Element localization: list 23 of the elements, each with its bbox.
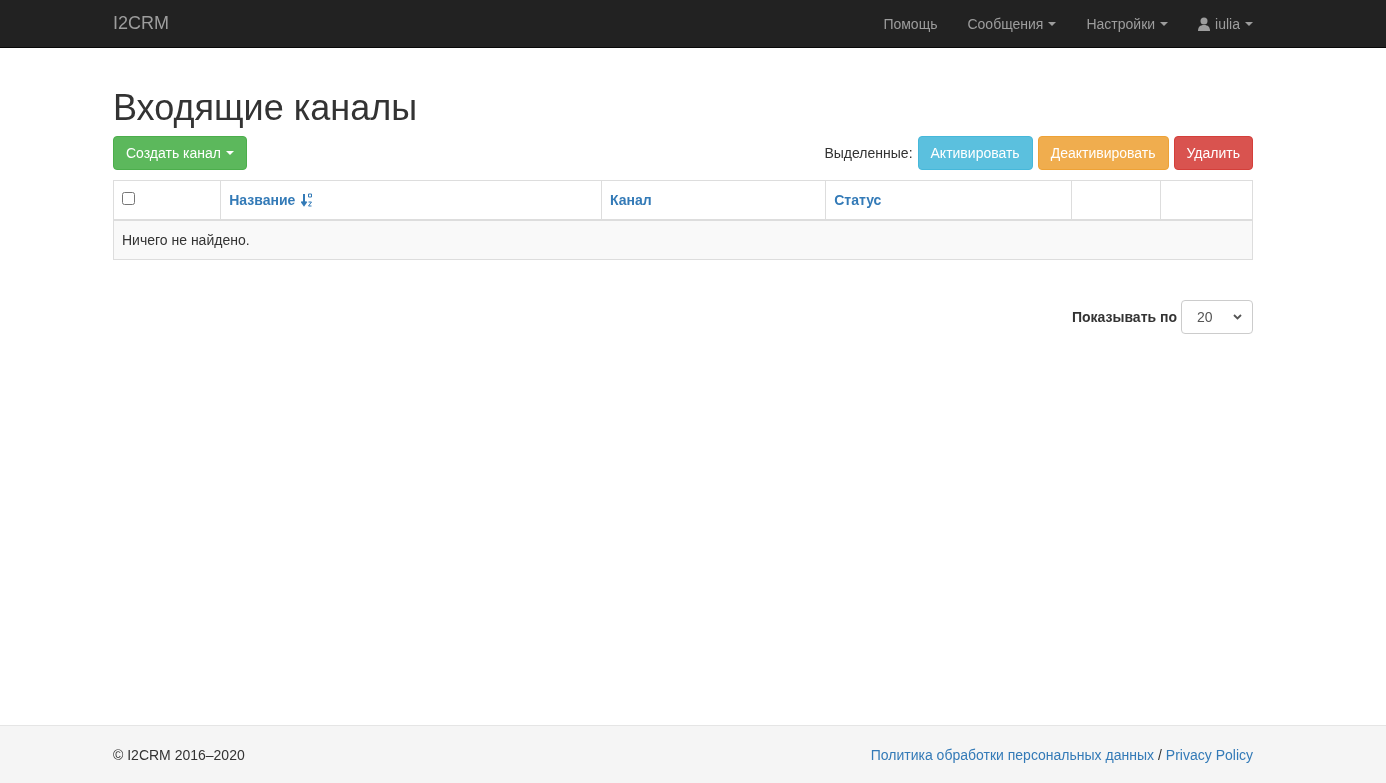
privacy-link[interactable]: Политика обработки персональных данных (870, 746, 1154, 763)
nav-menu-item[interactable]: Настройки (1086, 15, 1169, 32)
page-size-label: Показывать по (1071, 309, 1177, 325)
select-all-checkbox[interactable] (122, 192, 135, 205)
bulk-action-button[interactable]: Удалить (1173, 136, 1253, 170)
nav-menu-item[interactable]: Помощь (883, 15, 938, 32)
caret-icon (1160, 21, 1169, 26)
chevron-down-icon (1233, 314, 1242, 320)
privacy-link[interactable]: Privacy Policy (1165, 746, 1253, 763)
copyright-text: © I2CRM 2016–2020 (113, 746, 245, 763)
caret-icon (226, 151, 234, 155)
nav-menu-item[interactable]: iulia (1198, 15, 1253, 32)
page-title: Входящие каналы (113, 88, 418, 128)
separator-text: / (1157, 746, 1162, 763)
page-size-select[interactable]: 20 (1181, 300, 1253, 334)
user-icon (1198, 16, 1211, 31)
nav-menu-item[interactable]: Сообщения (967, 15, 1057, 32)
brand-link[interactable]: I2CRM (113, 13, 169, 34)
create-channel-button[interactable]: Создать канал (113, 136, 247, 170)
empty-message: Ничего не найдено. (113, 220, 1253, 260)
caret-icon (1048, 21, 1057, 26)
selected-label: Выделенные: (824, 145, 913, 161)
caret-icon (1245, 21, 1253, 26)
